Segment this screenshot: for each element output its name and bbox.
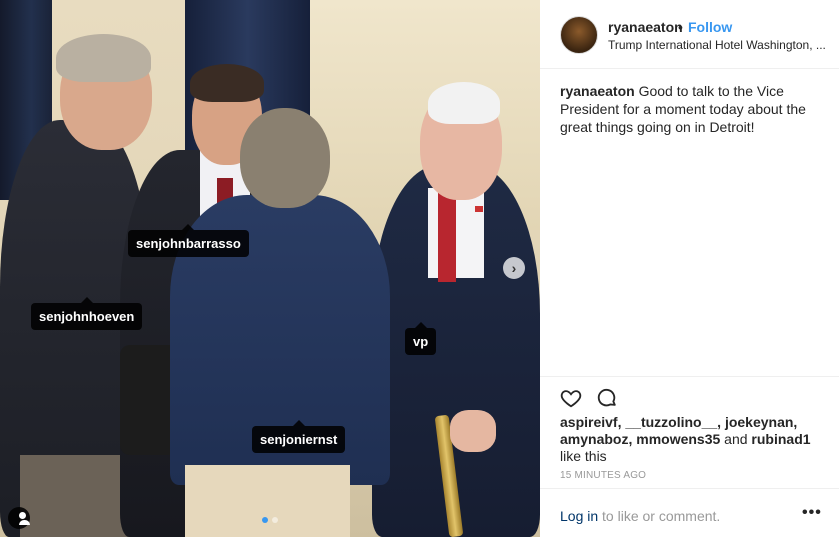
comment-bubble-icon[interactable] bbox=[596, 387, 618, 409]
location-link[interactable]: Trump International Hotel Washington, ..… bbox=[608, 38, 828, 52]
next-photo-button[interactable]: › bbox=[503, 257, 525, 279]
carousel-indicator bbox=[262, 517, 278, 523]
post-photo[interactable]: senjohnbarrasso senjohnhoeven vp senjoni… bbox=[0, 0, 540, 537]
post-footer: Log in to like or comment. ••• bbox=[540, 488, 839, 538]
chevron-right-icon: › bbox=[511, 260, 517, 276]
separator-dot: • bbox=[678, 19, 683, 35]
user-tag-vp[interactable]: vp bbox=[405, 322, 437, 355]
username-link[interactable]: ryanaeaton bbox=[608, 19, 683, 35]
carousel-dot bbox=[262, 517, 268, 523]
action-bar bbox=[540, 376, 839, 417]
likes-and: and bbox=[724, 431, 748, 447]
user-tag-senjohnbarrasso[interactable]: senjohnbarrasso bbox=[128, 224, 249, 257]
likes-suffix: like this bbox=[560, 448, 607, 464]
heart-icon[interactable] bbox=[560, 387, 582, 409]
caption-username[interactable]: ryanaeaton bbox=[560, 83, 635, 99]
user-tag-senjoniernst[interactable]: senjoniernst bbox=[252, 420, 346, 453]
post-header: ryanaeaton • Follow Trump International … bbox=[540, 0, 839, 69]
post-timestamp[interactable]: 15 MINUTES AGO bbox=[560, 470, 646, 481]
likes-last-user[interactable]: rubinad1 bbox=[751, 431, 810, 447]
more-options-button[interactable]: ••• bbox=[802, 504, 822, 522]
post-caption: ryanaeaton Good to talk to the Vice Pres… bbox=[560, 82, 825, 136]
likes-summary: aspireivf, __tuzzolino__, joekeynan, amy… bbox=[560, 414, 825, 465]
login-link[interactable]: Log in bbox=[560, 508, 598, 524]
login-prompt: Log in to like or comment. bbox=[560, 508, 720, 524]
login-suffix: to like or comment. bbox=[602, 508, 721, 524]
post-sidebar: ryanaeaton • Follow Trump International … bbox=[540, 0, 839, 537]
hand bbox=[450, 410, 496, 452]
follow-button[interactable]: Follow bbox=[688, 19, 732, 35]
tagged-users-button[interactable] bbox=[8, 507, 30, 529]
user-tag-senjohnhoeven[interactable]: senjohnhoeven bbox=[31, 297, 143, 330]
avatar[interactable] bbox=[560, 16, 598, 54]
carousel-dot bbox=[272, 517, 278, 523]
